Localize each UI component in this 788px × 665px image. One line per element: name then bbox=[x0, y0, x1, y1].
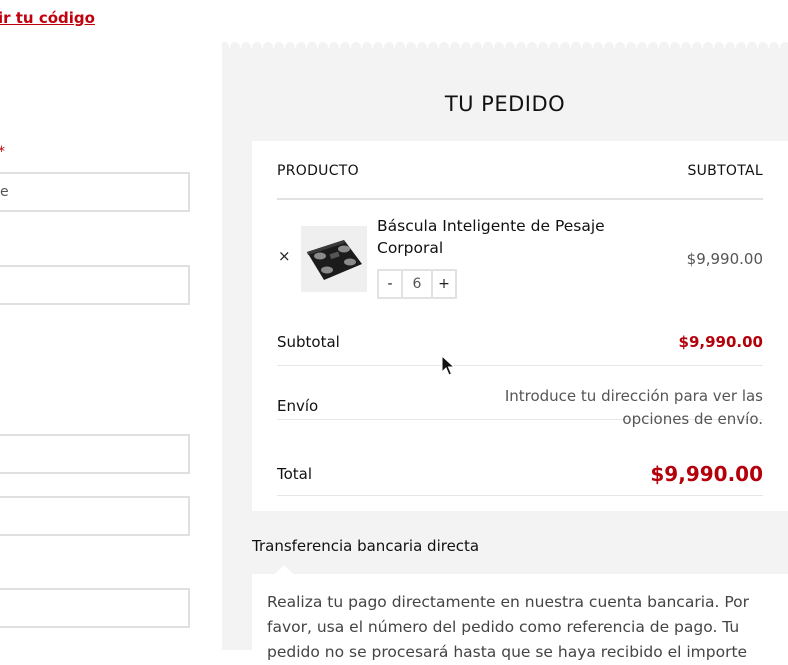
billing-last-name-input[interactable] bbox=[0, 265, 190, 305]
billing-address-input[interactable] bbox=[0, 434, 190, 474]
row-divider bbox=[277, 365, 763, 366]
qty-decrease-button[interactable]: - bbox=[379, 271, 401, 297]
qty-value-input[interactable]: 6 bbox=[401, 271, 433, 297]
subtotal-value: $9,990.00 bbox=[678, 333, 763, 351]
total-value: $9,990.00 bbox=[650, 462, 763, 486]
product-thumbnail bbox=[301, 226, 367, 292]
payment-method-bacs[interactable]: Transferencia bancaria directa bbox=[252, 537, 479, 555]
total-label: Total bbox=[277, 465, 313, 483]
required-asterisk: * bbox=[0, 144, 5, 160]
payment-description: Realiza tu pago directamente en nuestra … bbox=[267, 593, 749, 661]
remove-item-icon[interactable]: × bbox=[278, 247, 291, 265]
coupon-link[interactable]: ir tu código bbox=[0, 9, 95, 27]
shipping-note: Introduce tu dirección para ver las opci… bbox=[504, 387, 763, 428]
payment-description-box: Realiza tu pago directamente en nuestra … bbox=[252, 565, 788, 664]
mouse-pointer-icon bbox=[441, 355, 455, 376]
billing-first-name-input[interactable]: e bbox=[0, 172, 190, 212]
shipping-label: Envío bbox=[277, 397, 319, 415]
product-name[interactable]: Báscula Inteligente de Pesaje Corporal bbox=[377, 215, 617, 259]
order-table: PRODUCTO SUBTOTAL × Báscula Inteligente … bbox=[252, 141, 788, 511]
column-header-product: PRODUCTO bbox=[277, 163, 359, 179]
billing-address-2-input[interactable] bbox=[0, 496, 190, 536]
column-header-subtotal: SUBTOTAL bbox=[687, 163, 763, 179]
row-divider bbox=[277, 495, 763, 496]
order-title: TU PEDIDO bbox=[444, 92, 566, 116]
subtotal-label: Subtotal bbox=[277, 333, 340, 351]
header-divider bbox=[277, 198, 763, 200]
order-review-panel: TU PEDIDO PRODUCTO SUBTOTAL × Báscula In… bbox=[222, 48, 788, 664]
qty-increase-button[interactable]: + bbox=[433, 271, 455, 297]
smart-scale-image bbox=[307, 240, 362, 280]
quantity-stepper: - 6 + bbox=[377, 269, 457, 299]
billing-city-input[interactable] bbox=[0, 588, 190, 628]
line-item-price: $9,990.00 bbox=[686, 250, 763, 268]
